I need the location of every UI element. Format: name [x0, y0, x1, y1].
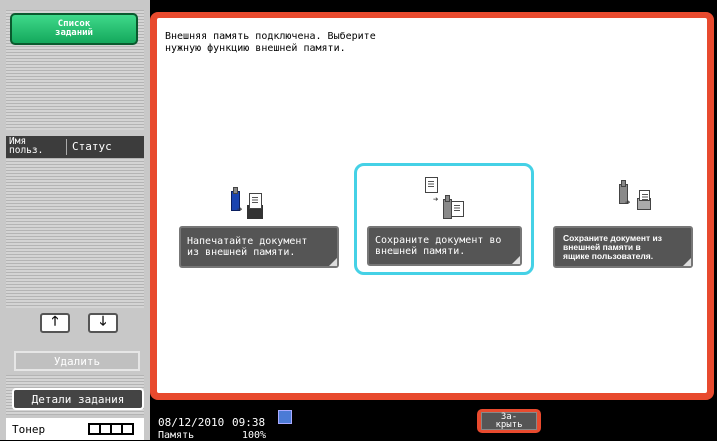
scroll-down-button[interactable]: 🡓 [88, 313, 118, 333]
job-list-area [6, 158, 144, 308]
network-status-icon [278, 410, 292, 424]
status-date: 08/12/2010 [158, 416, 225, 429]
job-table-header: Имя польз. Статус [6, 136, 144, 158]
job-list-button[interactable]: Список заданий [10, 13, 138, 45]
instruction-message: Внешняя память подключена. Выберите нужн… [165, 31, 376, 54]
toner-indicator: Тонер [6, 418, 144, 440]
job-list-label-2: заданий [55, 28, 93, 38]
document-to-usb-icon: ➔ [425, 173, 465, 219]
left-panel: Список заданий Имя польз. Статус 🡑 🡓 Уда… [0, 0, 150, 440]
main-content: Внешняя память подключена. Выберите нужн… [157, 18, 707, 393]
close-button-frame: За- крыть [477, 409, 541, 433]
job-details-button[interactable]: Детали задания [12, 388, 144, 410]
column-status: Статус [72, 140, 112, 153]
save-to-memory-label: Сохраните документ во внешней памяти. [375, 235, 502, 257]
delete-button[interactable]: Удалить [14, 351, 140, 371]
print-from-memory-button[interactable]: Напечатайте документ из внешней памяти. [179, 226, 339, 268]
close-label-2: крыть [495, 420, 523, 430]
status-bar: 08/12/2010 09:38 Память 100% [150, 400, 717, 441]
column-divider [66, 139, 67, 155]
down-arrow-icon: 🡓 [99, 314, 107, 329]
save-to-user-box-button[interactable]: Сохраните документ из внешней памяти в я… [553, 226, 693, 268]
memory-label: Память [158, 430, 195, 441]
usb-to-printer-icon: ➔ [227, 185, 267, 225]
main-panel: Внешняя память подключена. Выберите нужн… [150, 12, 714, 400]
save-to-memory-button[interactable]: Сохраните документ во внешней памяти. [367, 226, 522, 266]
up-arrow-icon: 🡑 [51, 314, 59, 329]
toner-label: Тонер [12, 423, 46, 436]
mfp-screen: Список заданий Имя польз. Статус 🡑 🡓 Уда… [0, 0, 717, 441]
print-from-memory-label: Напечатайте документ из внешней памяти. [187, 236, 308, 258]
toner-level-bar [88, 423, 134, 435]
status-time: 09:38 [232, 416, 266, 429]
column-user-line2: польз. [9, 145, 44, 156]
usb-to-box-icon: ➔ [615, 176, 655, 216]
memory-value: 100% [242, 430, 267, 441]
save-to-user-box-label: Сохраните документ из внешней памяти в я… [563, 232, 662, 261]
close-button[interactable]: За- крыть [481, 412, 537, 430]
column-user-name: Имя польз. [9, 137, 61, 156]
scroll-up-button[interactable]: 🡑 [40, 313, 70, 333]
